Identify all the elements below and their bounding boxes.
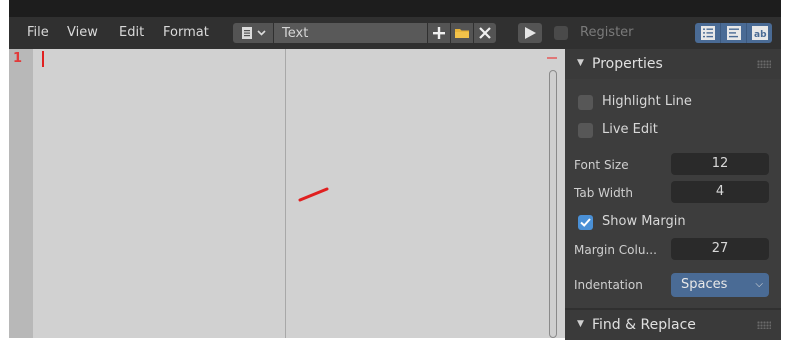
font-size-label: Font Size <box>574 158 629 172</box>
find-replace-panel-header[interactable]: ▼ Find & Replace <box>565 310 781 340</box>
line-number: 1 <box>13 51 23 66</box>
properties-title: Properties <box>592 56 663 72</box>
font-size-field[interactable]: 12 <box>671 153 769 175</box>
margin-column-field[interactable]: 27 <box>671 238 769 260</box>
find-replace-title: Find & Replace <box>592 317 696 333</box>
plus-icon <box>433 27 445 39</box>
open-text-button[interactable] <box>451 23 473 43</box>
syntax-highlight-icon: ab <box>751 26 768 40</box>
indentation-value: Spaces <box>681 277 728 292</box>
highlight-line-checkbox[interactable] <box>578 95 593 110</box>
chevron-down-icon: ⌵ <box>755 279 763 290</box>
menu-file[interactable]: File <box>27 25 49 40</box>
properties-panel-header[interactable]: ▼ Properties <box>565 49 781 79</box>
toggle-word-wrap[interactable] <box>721 23 747 43</box>
menu-view[interactable]: View <box>67 25 98 40</box>
tab-width-label: Tab Width <box>574 186 633 200</box>
show-margin-label: Show Margin <box>602 214 686 229</box>
line-numbers-icon <box>700 26 715 40</box>
live-edit-label: Live Edit <box>602 122 658 137</box>
properties-panel-body: Highlight Line Live Edit Font Size 12 Ta… <box>565 79 781 308</box>
highlight-line-label: Highlight Line <box>602 94 692 109</box>
close-icon <box>479 27 491 39</box>
margin-guide-line <box>285 49 286 338</box>
properties-sidebar: ▼ Properties Highlight Line Live Edit Fo… <box>565 49 781 340</box>
word-wrap-icon <box>726 26 741 40</box>
toggle-syntax-highlight[interactable]: ab <box>747 23 772 43</box>
text-name-field[interactable]: Text <box>274 23 427 43</box>
indentation-label: Indentation <box>574 278 643 292</box>
svg-text:ab: ab <box>754 30 767 40</box>
folder-icon <box>455 29 469 38</box>
indentation-dropdown[interactable]: Spaces ⌵ <box>671 273 769 297</box>
editor-header: File View Edit Format Text Register ab <box>9 17 781 49</box>
toggle-line-numbers[interactable] <box>695 23 721 43</box>
unlink-text-button[interactable] <box>474 23 496 43</box>
text-editor-window: File View Edit Format Text Register ab 1… <box>9 0 781 340</box>
mouse-pointer-mark <box>298 187 329 202</box>
menu-edit[interactable]: Edit <box>119 25 144 40</box>
new-text-button[interactable] <box>428 23 450 43</box>
drag-grip-icon[interactable] <box>757 60 771 68</box>
tab-width-field[interactable]: 4 <box>671 181 769 203</box>
text-cursor <box>42 51 44 67</box>
document-icon <box>242 27 266 39</box>
checkmark-icon <box>580 218 591 227</box>
register-label: Register <box>580 25 634 40</box>
editor-scrollbar[interactable] <box>549 70 557 338</box>
menu-format[interactable]: Format <box>163 25 209 40</box>
collapse-triangle-icon: ▼ <box>577 319 584 329</box>
drag-grip-icon[interactable] <box>757 321 771 329</box>
margin-column-label: Margin Colu... <box>574 243 657 257</box>
scroll-position-marker <box>547 57 557 59</box>
view-toggle-group: ab <box>695 23 772 43</box>
play-icon <box>525 27 536 39</box>
text-browse-dropdown[interactable] <box>233 23 273 43</box>
live-edit-checkbox[interactable] <box>578 123 593 138</box>
run-script-button[interactable] <box>518 23 542 43</box>
register-checkbox[interactable] <box>554 26 568 40</box>
window-top-strip <box>9 0 781 17</box>
line-number-gutter <box>9 49 33 338</box>
collapse-triangle-icon: ▼ <box>577 58 584 68</box>
text-name-value: Text <box>282 26 309 41</box>
show-margin-checkbox[interactable] <box>578 215 593 230</box>
